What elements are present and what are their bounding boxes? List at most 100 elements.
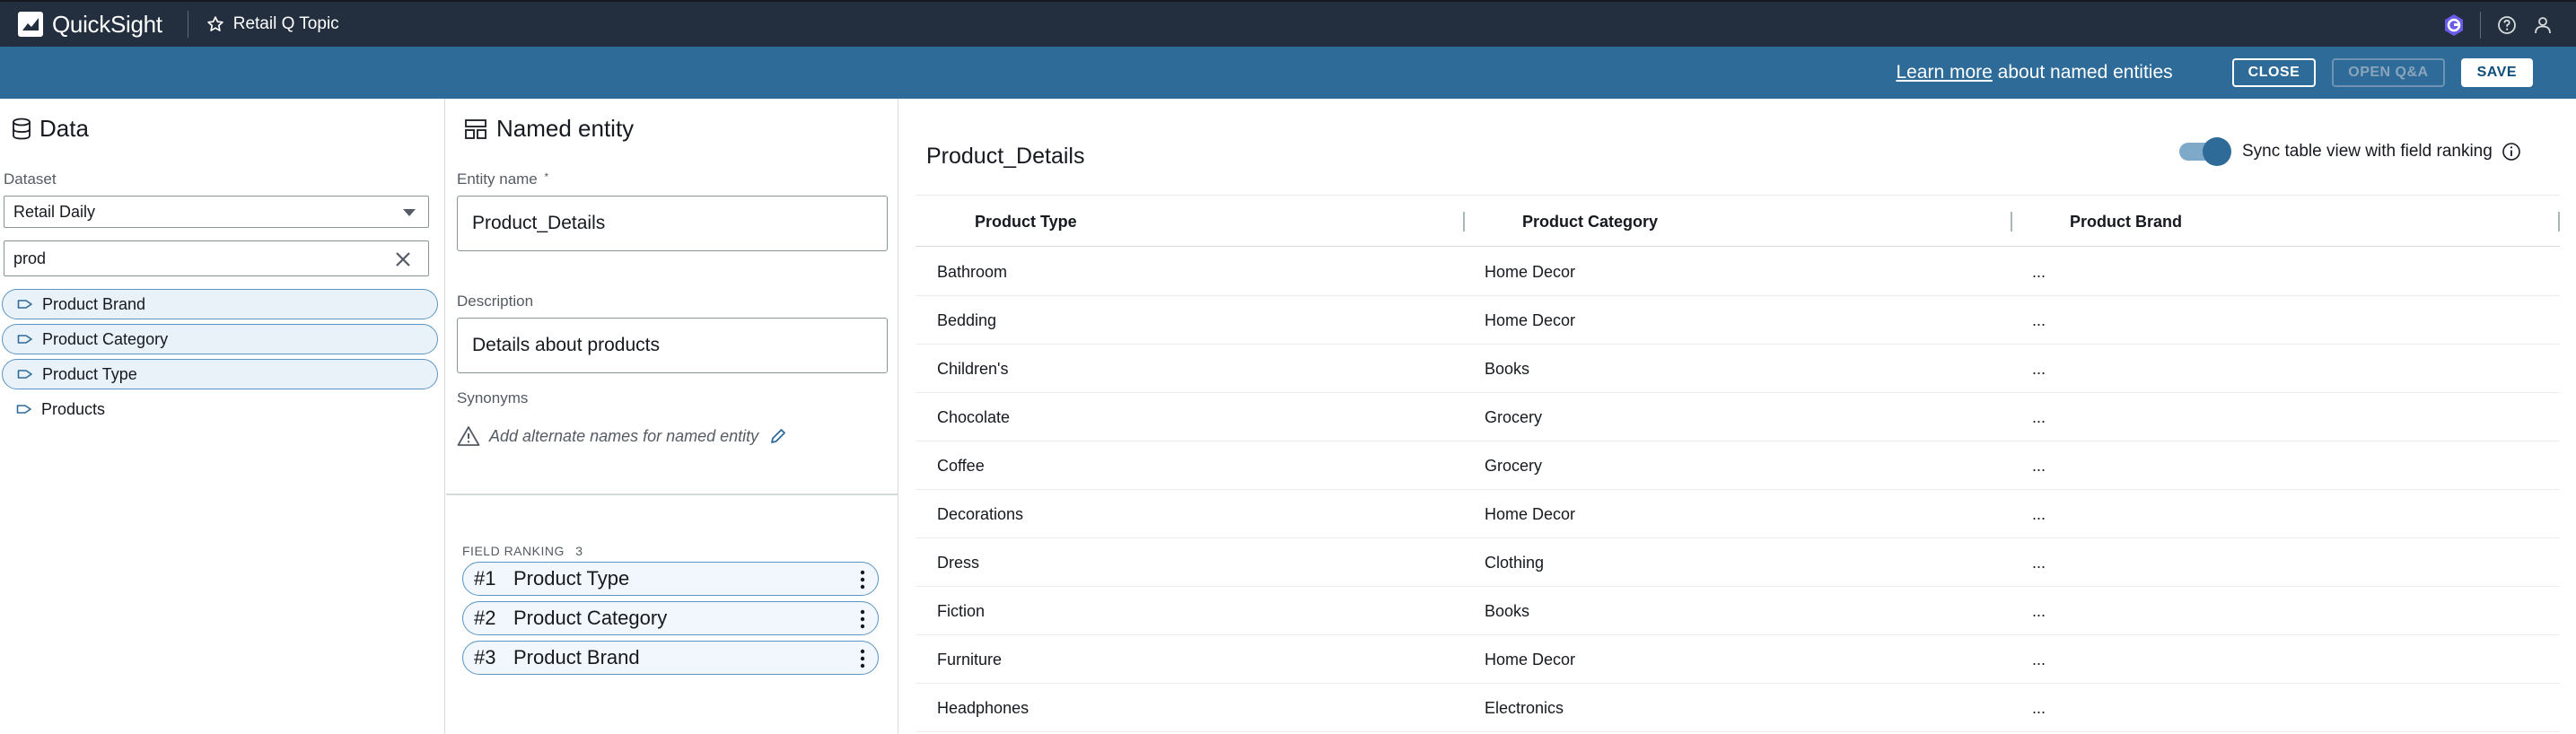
warning-icon (457, 426, 480, 446)
table-row: Headphones Electronics... (916, 684, 2560, 732)
table-cell: Books (1485, 359, 1530, 378)
table-row: Bedding Home Decor... (916, 296, 2560, 345)
synonyms-label: Synonyms (457, 389, 529, 406)
table-row: Coffee Grocery... (916, 441, 2560, 490)
column-header-product-category[interactable]: Product Category (1522, 196, 1658, 248)
table-cell: ... (2032, 359, 2046, 378)
table-cell: Chocolate (937, 407, 1011, 426)
named-entity-panel: Named entity Entity name * Product_Detai… (446, 99, 898, 734)
table-cell: Grocery (1485, 456, 1543, 475)
field-ranking-item[interactable]: #3 Product Brand (462, 641, 879, 675)
open-qa-button[interactable]: OPEN Q&A (2332, 58, 2445, 87)
table-cell: Home Decor (1485, 504, 1576, 523)
learn-more-text: Learn more about named entities (1896, 62, 2172, 83)
field-item[interactable]: Product Category (2, 324, 438, 354)
dataset-value: Retail Daily (13, 202, 96, 221)
table-cell: Home Decor (1485, 650, 1576, 668)
table-cell: Books (1485, 601, 1530, 620)
table-preview-panel: Product_Details Sync table view with fie… (899, 99, 2576, 734)
database-icon (13, 118, 31, 139)
field-item-label: Product Type (42, 364, 137, 383)
table-cell: Dress (937, 553, 980, 572)
clear-search-icon[interactable] (394, 250, 412, 268)
field-search-input[interactable]: prod (4, 240, 429, 276)
user-badge-icon[interactable] (2440, 12, 2467, 39)
more-options-icon[interactable] (860, 649, 865, 668)
table-cell: Grocery (1485, 407, 1543, 426)
table-row: Decorations Home Decor... (916, 490, 2560, 538)
sync-toggle[interactable] (2179, 137, 2231, 166)
learn-more-link[interactable]: Learn more (1896, 62, 1992, 83)
table-cell: Electronics (1485, 698, 1564, 717)
entity-panel-title: Named entity (496, 115, 635, 142)
field-ranking-count: 3 (575, 544, 583, 558)
table-cell: ... (2032, 262, 2046, 281)
learn-more-suffix: about named entities (1992, 62, 2173, 83)
search-value: prod (13, 249, 47, 267)
topic-name: Retail Q Topic (232, 14, 339, 33)
sync-label-row: Sync table view with field ranking (2242, 142, 2521, 162)
table-cell: Fiction (937, 601, 986, 620)
rank-number: #1 (474, 567, 496, 590)
field-item[interactable]: Products (2, 394, 438, 424)
sync-label: Sync table view with field ranking (2242, 142, 2493, 161)
help-icon[interactable] (2493, 12, 2520, 39)
caret-down-icon (403, 209, 416, 216)
field-item[interactable]: Product Brand (2, 289, 438, 319)
info-icon[interactable] (2502, 142, 2521, 162)
table-cell: ... (2032, 698, 2046, 717)
field-item[interactable]: Product Type (2, 359, 438, 389)
column-header-product-brand[interactable]: Product Brand (2070, 196, 2182, 248)
table-cell: ... (2032, 456, 2046, 475)
more-options-icon[interactable] (860, 609, 865, 629)
table-cell: ... (2032, 650, 2046, 668)
table-header: Product Type Product Category Product Br… (916, 195, 2560, 247)
table-row: Children's Books... (916, 345, 2560, 393)
user-icon[interactable] (2529, 12, 2556, 39)
table-row: Chocolate Grocery... (916, 393, 2560, 441)
entity-name-label: Entity name * (457, 170, 548, 188)
close-button[interactable]: CLOSE (2231, 58, 2317, 87)
field-ranking-label: FIELD RANKING (462, 544, 565, 558)
entity-name-label-text: Entity name (457, 170, 538, 188)
field-ranking-item[interactable]: #2 Product Category (462, 601, 879, 635)
star-icon[interactable] (206, 15, 224, 33)
field-item-label: Product Brand (42, 294, 146, 313)
quicksight-logo-icon (18, 12, 43, 37)
table-row: Bathroom Home Decor... (916, 248, 2560, 296)
synonyms-row: Add alternate names for named entity (457, 425, 787, 447)
dimension-tag-icon (17, 370, 32, 379)
table-cell: Clothing (1485, 553, 1545, 572)
rank-field-label: Product Type (513, 567, 630, 590)
toggle-knob (2203, 137, 2231, 166)
edit-pencil-icon[interactable] (769, 427, 787, 445)
rank-field-label: Product Category (513, 607, 668, 629)
data-panel-title: Data (39, 115, 89, 142)
field-ranking-item[interactable]: #1 Product Type (462, 562, 879, 596)
table-cell: Bathroom (937, 262, 1008, 281)
rank-number: #3 (474, 646, 496, 668)
action-bar: Learn more about named entities CLOSE OP… (0, 47, 2576, 99)
column-resizer[interactable] (2558, 212, 2560, 232)
dimension-tag-icon (17, 300, 32, 309)
quicksight-logo[interactable]: QuickSight (18, 1, 162, 48)
entity-panel-header: Named entity (464, 115, 634, 143)
more-options-icon[interactable] (860, 570, 865, 590)
field-item-label: Products (41, 399, 106, 418)
column-resizer[interactable] (1463, 212, 1465, 232)
table-cell: Coffee (937, 456, 985, 475)
app-name: QuickSight (52, 10, 162, 38)
description-field[interactable]: Details about products (457, 318, 888, 373)
rank-number: #2 (474, 607, 496, 629)
table-cell: ... (2032, 601, 2046, 620)
synonyms-placeholder: Add alternate names for named entity (489, 426, 759, 445)
entity-name-field[interactable]: Product_Details (457, 196, 888, 251)
dataset-select[interactable]: Retail Daily (4, 196, 429, 228)
table-row: Furniture Home Decor... (916, 635, 2560, 684)
column-resizer[interactable] (2011, 212, 2012, 232)
data-panel-header: Data (11, 115, 89, 143)
topic-title[interactable]: Retail Q Topic (206, 14, 339, 34)
save-button[interactable]: SAVE (2460, 58, 2533, 87)
table-cell: ... (2032, 407, 2046, 426)
column-header-product-type[interactable]: Product Type (975, 196, 1077, 248)
